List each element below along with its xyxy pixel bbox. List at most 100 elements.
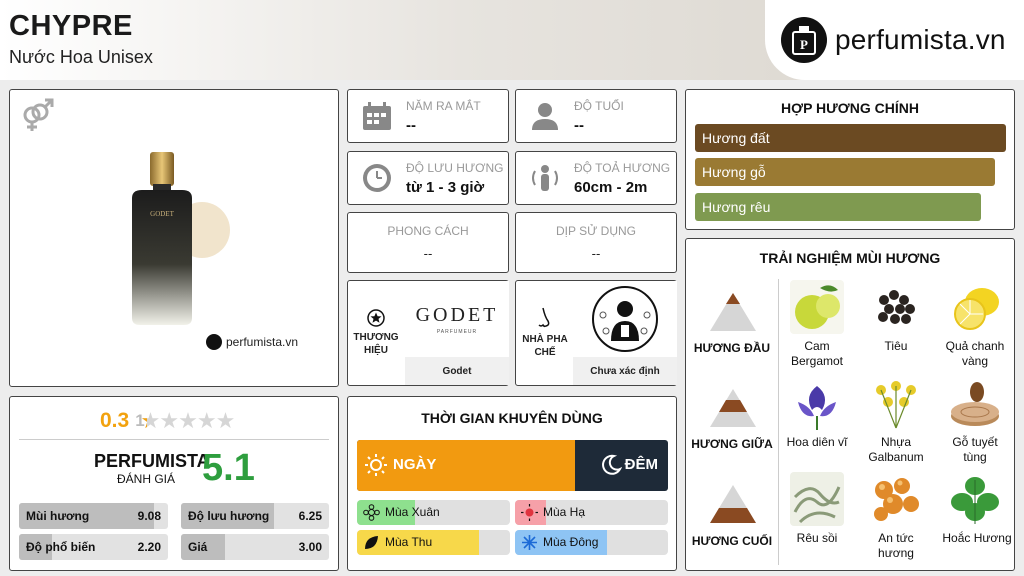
lemon-image[interactable] [948,280,1002,334]
accord-woody: Hương gỗ [695,158,996,186]
longevity-value: từ 1 - 3 giờ [406,178,485,196]
product-image-card: GODET perfumista.vn [9,89,339,387]
perfumer-card[interactable]: NHÀ PHA CHẾ Chưa xác định [515,280,677,386]
brand-label-1: THƯƠNG [353,332,399,343]
age-value: -- [574,116,584,134]
perfume-bottle-logo-icon: P [781,17,827,63]
cedar-image[interactable] [948,376,1002,430]
time-title: THỜI GIAN KHUYÊN DÙNG [421,410,603,426]
perfumista-label: PERFUMISTA [94,451,210,471]
iris-image[interactable] [790,376,844,430]
perfumer-portrait-icon [592,286,658,352]
rating-sub-label: ĐÁNH GIÁ [116,472,175,486]
release-value: -- [406,116,416,134]
perfumer-name-strip: Chưa xác định [573,357,677,385]
perfumer-label-1: NHÀ PHA [522,334,568,345]
star-rating-filled: ★★★★★ [141,410,147,432]
leaf-icon [365,536,378,549]
longevity-card: ĐỘ LƯU HƯƠNG từ 1 - 3 giờ [347,151,509,205]
rating-card: 0.3 1 ★★★★★ ★★★★★ PERFUMISTA ĐÁNH GIÁ 5.… [9,396,339,571]
note-caption: An tức hương [878,531,914,560]
page-header: CHYPRE Nước Hoa Unisex P perfumista.vn [0,0,1024,80]
day-label: NGÀY [393,456,437,473]
day-segment: NGÀY [357,440,575,491]
patchouli-image[interactable] [948,472,1002,526]
perfume-bottle-image[interactable]: GODET [120,150,230,330]
calendar-icon [363,102,391,130]
moon-icon [602,454,622,475]
nose-icon [538,307,550,328]
star-badge-icon [367,309,385,327]
base-notes-label: HƯƠNG CUỐI [691,534,773,548]
perfumer-image-panel [573,281,677,357]
occasion-card: DỊP SỬ DỤNG -- [515,212,677,273]
scent-pyramid-card: TRẢI NGHIỆM MÙI HƯƠNG HƯƠNG ĐẦU HƯƠNG GI… [685,238,1015,571]
accord-mossy: Hương rêu [695,193,982,221]
occasion-label: DỊP SỬ DỤNG [555,224,637,238]
sun-icon [365,454,387,476]
bar-price: Giá 3.00 [181,534,329,560]
rating-divider [19,439,329,440]
oakmoss-image[interactable] [790,472,844,526]
note-caption: Tiêu [884,339,908,353]
note-caption: Hoa diên vĩ [786,435,848,449]
season-spring: Mùa Xuân [357,500,510,525]
perfume-subtitle: Nước Hoa Unisex [9,47,153,67]
bottle-logo-icon [206,334,222,350]
brand-card[interactable]: THƯƠNG HIỆU GODET PARFUMEUR Godet [347,280,509,386]
note-caption: Cam Bergamot [790,339,844,368]
galbanum-image[interactable] [869,376,923,430]
pepper-image[interactable] [869,280,923,334]
pyramid-base-icon [710,485,756,523]
age-label: ĐỘ TUỔI [574,98,624,113]
star-rating[interactable]: ★★★★★ ★★★★★ [141,410,241,432]
style-label: PHONG CÁCH [387,224,469,238]
sillage-label: ĐỘ TOẢ HƯƠNG [574,160,671,175]
pyramid-middle-icon [710,389,756,427]
night-label: ĐÊM [624,456,658,473]
sun-small-icon [521,504,538,521]
brand-label-2: HIỆU [364,345,388,356]
release-year-card: NĂM RA MẮT -- [347,89,509,143]
benzoin-image[interactable] [869,472,923,526]
season-autumn: Mùa Thu [357,530,510,555]
notes-divider [778,279,779,565]
bar-popularity: Độ phổ biến 2.20 [19,534,168,560]
sillage-value: 60cm - 2m [574,178,648,196]
bergamot-image[interactable] [790,280,844,334]
accords-title: HỢP HƯƠNG CHÍNH [781,100,919,116]
snowflake-icon [522,535,537,550]
middle-notes-label: HƯƠNG GIỮA [691,437,773,451]
user-score: 0.3 [100,409,130,432]
brand-name-strip: Godet [405,357,509,385]
watermark: perfumista.vn [206,334,298,350]
star-rating-empty: ★★★★★ [140,408,236,433]
sillage-person-icon [532,165,558,191]
perfumer-label-2: CHẾ [534,347,556,358]
occasion-value: -- [591,246,601,261]
note-caption: Gỗ tuyết tùng [952,435,998,464]
note-caption: Quả chanh vàng [945,339,1005,368]
person-icon [532,103,558,130]
note-caption: Nhựa Galbanum [868,435,924,464]
sillage-card: ĐỘ TOẢ HƯƠNG 60cm - 2m [515,151,677,205]
pyramid-top-icon [710,293,756,331]
bar-longevity: Độ lưu hương 6.25 [181,503,329,529]
accord-earthy: Hương đất [695,124,1006,152]
note-caption: Hoắc Hương [942,531,1012,545]
recommended-time-card: THỜI GIAN KHUYÊN DÙNG NGÀY ĐÊM Mùa Xuân … [347,396,677,571]
perfume-title: CHYPRE [9,10,133,42]
brand-logo-panel: GODET PARFUMEUR [405,281,509,357]
clock-icon [363,164,391,192]
style-value: -- [423,246,433,261]
perfumista-score: 5.1 [202,447,255,489]
brand-logo[interactable]: P perfumista.vn [765,0,1024,80]
svg-text:GODET: GODET [150,210,174,218]
age-card: ĐỘ TUỔI -- [515,89,677,143]
style-card: PHONG CÁCH -- [347,212,509,273]
unisex-gender-icon [23,98,54,131]
notes-title: TRẢI NGHIỆM MÙI HƯƠNG [759,250,941,266]
top-notes-label: HƯƠNG ĐẦU [693,341,771,355]
season-winter: Mùa Đông [515,530,668,555]
flower-icon [363,504,380,521]
